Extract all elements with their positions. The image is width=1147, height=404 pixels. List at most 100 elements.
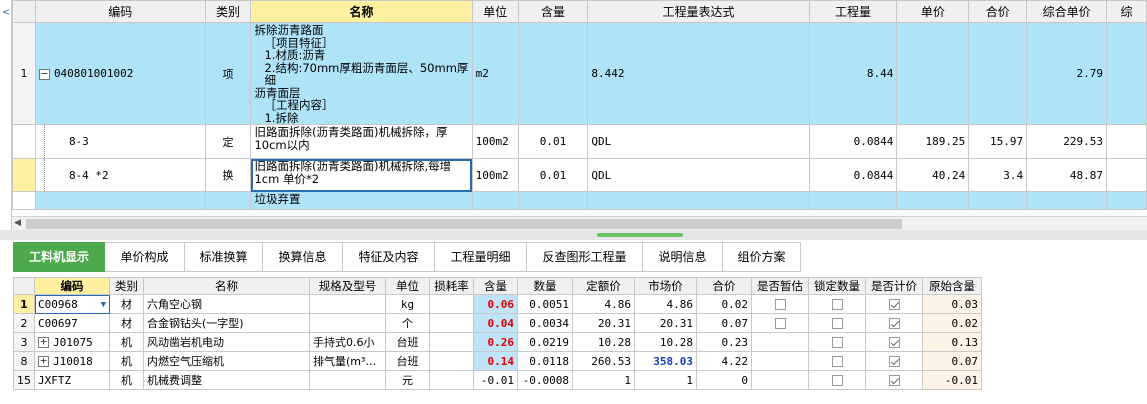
header-original-content[interactable]: 原始含量 bbox=[922, 277, 982, 295]
table-row[interactable]: 1 C00968 ▼ 材 六角空心钢 kg 0.06 0.0051 4.86 4.… bbox=[13, 294, 982, 314]
content-cell[interactable]: 0.26 bbox=[473, 332, 518, 352]
scrollbar-thumb[interactable] bbox=[26, 219, 902, 229]
loss-rate-cell[interactable] bbox=[429, 313, 474, 333]
priced-cell[interactable] bbox=[865, 313, 923, 333]
total-cell[interactable]: 0 bbox=[696, 370, 752, 390]
estimate-cell[interactable] bbox=[751, 313, 809, 333]
market-price-cell[interactable]: 4.86 bbox=[634, 294, 697, 314]
priced-checkbox[interactable] bbox=[888, 318, 900, 329]
content-cell[interactable]: 0.01 bbox=[517, 124, 589, 159]
lock-checkbox[interactable] bbox=[831, 318, 843, 329]
quantity-cell[interactable]: 0.0844 bbox=[808, 124, 898, 159]
original-content-cell[interactable]: 0.13 bbox=[922, 332, 982, 352]
priced-cell[interactable] bbox=[865, 332, 923, 352]
unit-cell[interactable]: 台班 bbox=[385, 351, 430, 371]
tab-pricing-scheme[interactable]: 组价方案 bbox=[723, 242, 801, 272]
tab-conversion-info[interactable]: 换算信息 bbox=[263, 242, 343, 272]
expression-cell[interactable]: QDL bbox=[587, 124, 810, 159]
type-cell[interactable]: 材 bbox=[109, 294, 144, 314]
header-total[interactable]: 合价 bbox=[696, 277, 752, 295]
content-cell[interactable] bbox=[517, 22, 589, 125]
type-cell[interactable]: 材 bbox=[109, 313, 144, 333]
type-cell[interactable]: 机 bbox=[109, 332, 144, 352]
expression-cell[interactable]: QDL bbox=[587, 158, 810, 192]
comprehensive-cut-cell[interactable] bbox=[1106, 191, 1147, 210]
tab-description[interactable]: 说明信息 bbox=[643, 242, 723, 272]
total-cell[interactable]: 15.97 bbox=[968, 124, 1028, 159]
lock-cell[interactable] bbox=[808, 332, 866, 352]
market-price-cell[interactable]: 10.28 bbox=[634, 332, 697, 352]
lock-checkbox[interactable] bbox=[831, 356, 843, 367]
comprehensive-cut-cell[interactable] bbox=[1106, 22, 1147, 125]
quantity-cell[interactable]: 0.0844 bbox=[808, 158, 898, 192]
expand-icon[interactable]: + bbox=[38, 336, 49, 348]
estimate-cell[interactable] bbox=[751, 294, 809, 314]
table-row[interactable]: 垃圾弃置 bbox=[12, 191, 1147, 210]
expression-cell[interactable] bbox=[587, 191, 810, 210]
code-cell[interactable]: C00968 ▼ bbox=[34, 294, 110, 314]
total-cell[interactable]: 3.4 bbox=[968, 158, 1028, 192]
lock-checkbox[interactable] bbox=[831, 375, 843, 386]
lock-cell[interactable] bbox=[808, 351, 866, 371]
header-loss-rate[interactable]: 损耗率 bbox=[429, 277, 474, 295]
name-cell-selected[interactable]: 旧路面拆除(沥青类路面)机械拆除,每增 1cm 单价*2 bbox=[250, 158, 473, 192]
table-row[interactable]: 8 + J10018 机 内燃空气压缩机 排气量(m³… 台班 0.14 0.01… bbox=[13, 351, 982, 371]
priced-checkbox[interactable] bbox=[888, 337, 900, 348]
total-cell[interactable]: 0.07 bbox=[696, 313, 752, 333]
type-cell[interactable]: 机 bbox=[109, 351, 144, 371]
header-lock-quantity[interactable]: 锁定数量 bbox=[808, 277, 866, 295]
loss-rate-cell[interactable] bbox=[429, 332, 474, 352]
lock-cell[interactable] bbox=[808, 294, 866, 314]
name-cell[interactable]: 风动凿岩机电动 bbox=[143, 332, 310, 352]
total-cell[interactable] bbox=[968, 191, 1028, 210]
amount-cell[interactable]: 0.0051 bbox=[517, 294, 573, 314]
original-content-cell[interactable]: 0.02 bbox=[922, 313, 982, 333]
total-cell[interactable]: 0.02 bbox=[696, 294, 752, 314]
header-comprehensive-cut[interactable]: 综 bbox=[1106, 0, 1147, 23]
lock-cell[interactable] bbox=[808, 313, 866, 333]
priced-checkbox[interactable] bbox=[888, 299, 900, 310]
header-unit-price[interactable]: 单价 bbox=[896, 0, 970, 23]
code-cell[interactable]: C00697 bbox=[34, 313, 110, 333]
tab-materials-machinery[interactable]: 工料机显示 bbox=[13, 242, 105, 272]
priced-checkbox[interactable] bbox=[888, 356, 900, 367]
code-cell[interactable]: 8-3 bbox=[34, 124, 206, 159]
original-content-cell[interactable]: -0.01 bbox=[922, 370, 982, 390]
code-cell[interactable]: −040801001002 bbox=[34, 22, 206, 125]
total-cell[interactable] bbox=[968, 22, 1028, 125]
unit-cell[interactable]: 台班 bbox=[385, 332, 430, 352]
header-expression[interactable]: 工程量表达式 bbox=[587, 0, 810, 23]
original-content-cell[interactable]: 0.03 bbox=[922, 294, 982, 314]
tab-features-content[interactable]: 特征及内容 bbox=[343, 242, 435, 272]
unit-cell[interactable]: 元 bbox=[385, 370, 430, 390]
unit-cell[interactable]: kg bbox=[385, 294, 430, 314]
header-content[interactable]: 含量 bbox=[473, 277, 518, 295]
unit-price-cell[interactable]: 189.25 bbox=[896, 124, 970, 159]
tab-price-composition[interactable]: 单价构成 bbox=[105, 242, 185, 272]
expand-icon[interactable]: + bbox=[38, 355, 49, 367]
chevron-left-icon[interactable]: < bbox=[2, 7, 10, 18]
header-code[interactable]: 编码 bbox=[34, 277, 110, 295]
scroll-left-icon[interactable]: ◀ bbox=[14, 218, 21, 228]
lock-cell[interactable] bbox=[808, 370, 866, 390]
header-code[interactable]: 编码 bbox=[34, 0, 206, 23]
header-content[interactable]: 含量 bbox=[517, 0, 589, 23]
tab-standard-conversion[interactable]: 标准换算 bbox=[185, 242, 263, 272]
tab-quantity-detail[interactable]: 工程量明细 bbox=[435, 242, 527, 272]
code-cell[interactable]: 8-4 *2 bbox=[34, 158, 206, 192]
quota-price-cell[interactable]: 20.31 bbox=[572, 313, 635, 333]
loss-rate-cell[interactable] bbox=[429, 351, 474, 371]
collapse-toggle-icon[interactable]: − bbox=[38, 68, 50, 80]
priced-cell[interactable] bbox=[865, 351, 923, 371]
loss-rate-cell[interactable] bbox=[429, 294, 474, 314]
comprehensive-cut-cell[interactable] bbox=[1106, 124, 1147, 159]
header-type[interactable]: 类别 bbox=[109, 277, 144, 295]
name-cell[interactable]: 机械费调整 bbox=[143, 370, 310, 390]
content-cell[interactable]: 0.04 bbox=[473, 313, 518, 333]
content-cell[interactable]: 0.01 bbox=[517, 158, 589, 192]
header-quantity[interactable]: 工程量 bbox=[808, 0, 898, 23]
spec-cell[interactable]: 排气量(m³… bbox=[309, 351, 386, 371]
comprehensive-price-cell[interactable]: 48.87 bbox=[1026, 158, 1107, 192]
name-cell[interactable]: 内燃空气压缩机 bbox=[143, 351, 310, 371]
total-cell[interactable]: 4.22 bbox=[696, 351, 752, 371]
